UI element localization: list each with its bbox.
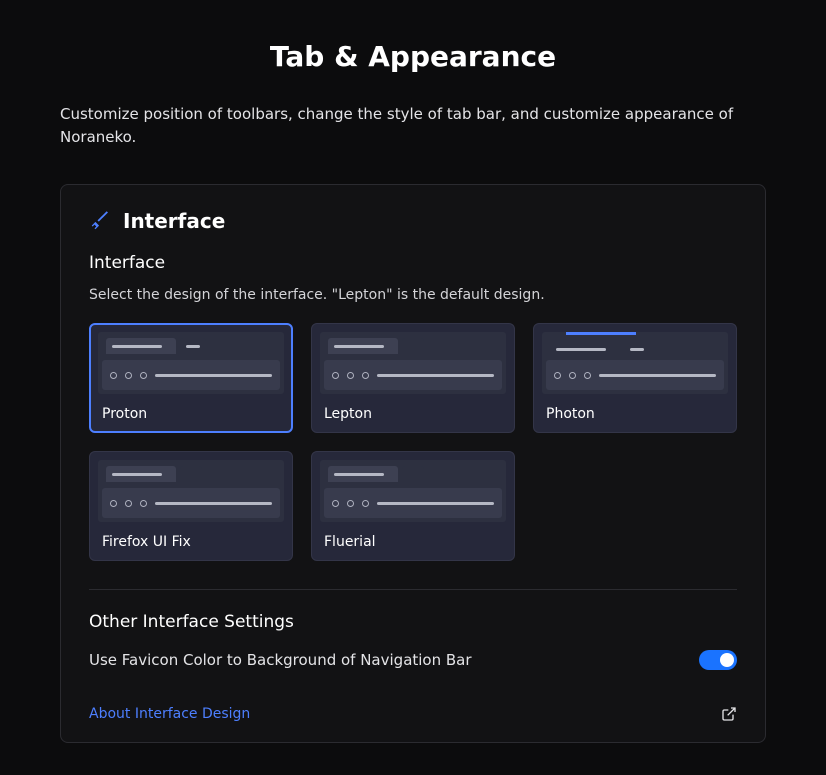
design-preview — [542, 332, 728, 394]
other-settings-title: Other Interface Settings — [89, 612, 737, 632]
design-option-photon[interactable]: Photon — [533, 323, 737, 433]
favicon-color-row: Use Favicon Color to Background of Navig… — [89, 650, 737, 670]
design-grid: Proton Lepton — [89, 323, 737, 561]
design-option-fluerial[interactable]: Fluerial — [311, 451, 515, 561]
favicon-color-toggle[interactable] — [699, 650, 737, 670]
design-option-proton[interactable]: Proton — [89, 323, 293, 433]
design-option-lepton[interactable]: Lepton — [311, 323, 515, 433]
page-title: Tab & Appearance — [60, 40, 766, 73]
design-brush-icon — [89, 210, 111, 232]
design-preview — [98, 332, 284, 394]
design-option-firefox-ui-fix[interactable]: Firefox UI Fix — [89, 451, 293, 561]
favicon-color-label: Use Favicon Color to Background of Navig… — [89, 651, 472, 669]
design-label: Proton — [98, 406, 284, 422]
design-label: Fluerial — [320, 534, 506, 550]
design-preview — [98, 460, 284, 522]
card-header: Interface — [89, 209, 737, 233]
design-label: Firefox UI Fix — [98, 534, 284, 550]
about-interface-link[interactable]: About Interface Design — [89, 706, 250, 722]
design-preview — [320, 332, 506, 394]
design-preview — [320, 460, 506, 522]
card-header-title: Interface — [123, 209, 225, 233]
external-link-icon[interactable] — [721, 706, 737, 722]
interface-section-title: Interface — [89, 253, 737, 273]
interface-card: Interface Interface Select the design of… — [60, 184, 766, 743]
interface-section-desc: Select the design of the interface. "Lep… — [89, 287, 737, 303]
page-description: Customize position of toolbars, change t… — [60, 103, 766, 148]
design-label: Lepton — [320, 406, 506, 422]
toggle-knob — [720, 653, 734, 667]
design-label: Photon — [542, 406, 728, 422]
divider — [89, 589, 737, 590]
about-link-row: About Interface Design — [89, 696, 737, 722]
